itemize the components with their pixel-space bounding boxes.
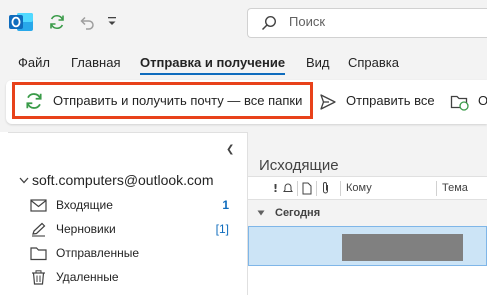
message-row[interactable] — [248, 226, 487, 266]
update-folder-button[interactable]: О — [450, 80, 487, 124]
search-box[interactable]: Поиск — [247, 8, 487, 38]
group-label: Сегодня — [275, 207, 321, 219]
undo-icon[interactable] — [78, 13, 96, 31]
folder-label: Входящие — [56, 198, 113, 212]
document-icon[interactable] — [302, 182, 312, 195]
folder-label: Отправленные — [56, 246, 140, 260]
column-subject[interactable]: Тема — [442, 182, 468, 194]
folder-sent[interactable]: Отправленные — [30, 242, 235, 266]
envelope-icon — [30, 199, 47, 212]
customize-toolbar-icon[interactable] — [106, 15, 118, 29]
update-folder-label: О — [478, 93, 487, 108]
tab-file[interactable]: Файл — [18, 55, 50, 70]
unread-count: 1 — [222, 198, 229, 212]
reminder-icon[interactable] — [282, 182, 294, 194]
folder-inbox[interactable]: Входящие 1 — [30, 194, 235, 218]
account-name[interactable]: soft.computers@outlook.com — [32, 172, 214, 188]
folder-label: Черновики — [56, 222, 116, 236]
draft-count: [1] — [215, 222, 229, 236]
folder-icon — [30, 247, 47, 261]
tab-help[interactable]: Справка — [348, 55, 399, 70]
collapse-pane-icon[interactable]: ❮ — [226, 144, 234, 155]
chevron-down-icon[interactable] — [19, 177, 29, 184]
message-list-empty-area — [248, 266, 487, 295]
trash-icon — [32, 270, 45, 285]
folder-deleted[interactable]: Удаленные — [30, 266, 235, 290]
outlook-logo-icon — [9, 13, 33, 31]
search-icon — [261, 15, 277, 31]
highlight-frame — [12, 82, 313, 119]
attachment-icon[interactable] — [321, 181, 330, 195]
folder-title: Исходящие — [259, 157, 339, 174]
folder-drafts[interactable]: Черновики [1] — [30, 218, 235, 242]
folder-sync-icon — [450, 95, 469, 111]
send-all-label: Отправить все — [346, 93, 435, 108]
title-bar: Поиск — [0, 0, 487, 44]
group-header[interactable]: Сегодня — [248, 205, 487, 223]
active-tab-indicator — [140, 73, 285, 75]
column-header: ! Кому Тема — [248, 176, 487, 200]
tab-send-receive[interactable]: Отправка и получение — [140, 55, 285, 70]
importance-icon[interactable]: ! — [273, 182, 278, 195]
search-placeholder: Поиск — [289, 14, 326, 29]
chevron-down-icon — [257, 210, 265, 216]
column-to[interactable]: Кому — [346, 182, 372, 194]
send-all-button[interactable]: Отправить все — [316, 80, 440, 124]
tab-home[interactable]: Главная — [71, 55, 120, 70]
folder-label: Удаленные — [56, 270, 119, 284]
sync-icon[interactable] — [48, 13, 66, 31]
pencil-icon — [32, 222, 46, 237]
redacted-content — [342, 234, 463, 261]
menu-bar: Файл Главная Отправка и получение Вид Сп… — [0, 44, 487, 76]
send-icon — [320, 94, 336, 110]
tab-view[interactable]: Вид — [306, 55, 330, 70]
